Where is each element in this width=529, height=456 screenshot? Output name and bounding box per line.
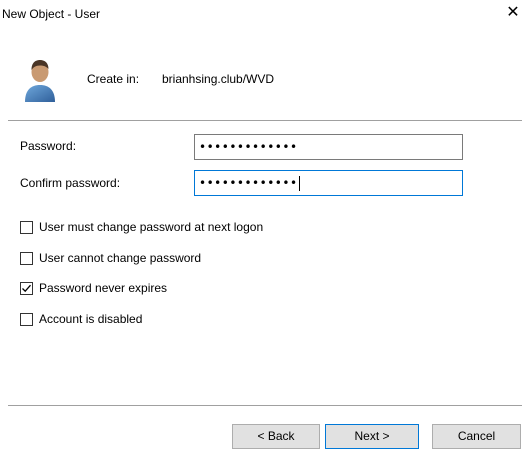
footer-divider <box>8 405 522 407</box>
checkbox-label: User cannot change password <box>39 251 202 265</box>
confirm-password-field[interactable]: ••••••••••••• <box>194 170 463 196</box>
create-in-path: brianhsing.club/WVD <box>162 72 275 86</box>
password-value: ••••••••••••• <box>199 140 298 154</box>
user-avatar-icon <box>25 60 55 102</box>
checkbox-label: Account is disabled <box>39 312 143 326</box>
checkbox-password-never-expires[interactable]: Password never expires <box>20 280 167 296</box>
header-divider <box>8 120 522 122</box>
checkbox-box <box>20 281 33 295</box>
checkbox-account-disabled[interactable]: Account is disabled <box>20 311 142 327</box>
checkbox-box <box>20 220 33 234</box>
confirm-password-value: ••••••••••••• <box>199 176 298 190</box>
password-label: Password: <box>20 139 77 153</box>
checkbox-label: Password never expires <box>39 281 168 295</box>
create-in-label: Create in: <box>87 72 140 86</box>
next-button[interactable]: Next > <box>325 424 419 449</box>
password-field[interactable]: ••••••••••••• <box>194 134 463 160</box>
cancel-button[interactable]: Cancel <box>432 424 521 449</box>
checkbox-label: User must change password at next logon <box>39 220 264 234</box>
checkbox-cannot-change-password[interactable]: User cannot change password <box>20 250 201 266</box>
window-title: New Object - User <box>2 7 101 21</box>
checkbox-box <box>20 251 33 265</box>
text-caret <box>298 176 300 191</box>
title-bar: New Object - User ✕ <box>0 0 529 30</box>
back-button[interactable]: < Back <box>232 424 320 449</box>
check-mark-icon <box>22 284 31 292</box>
checkbox-box <box>20 312 33 326</box>
checkbox-must-change-password[interactable]: User must change password at next logon <box>20 219 263 235</box>
confirm-password-label: Confirm password: <box>20 176 121 190</box>
close-icon[interactable]: ✕ <box>503 2 523 24</box>
